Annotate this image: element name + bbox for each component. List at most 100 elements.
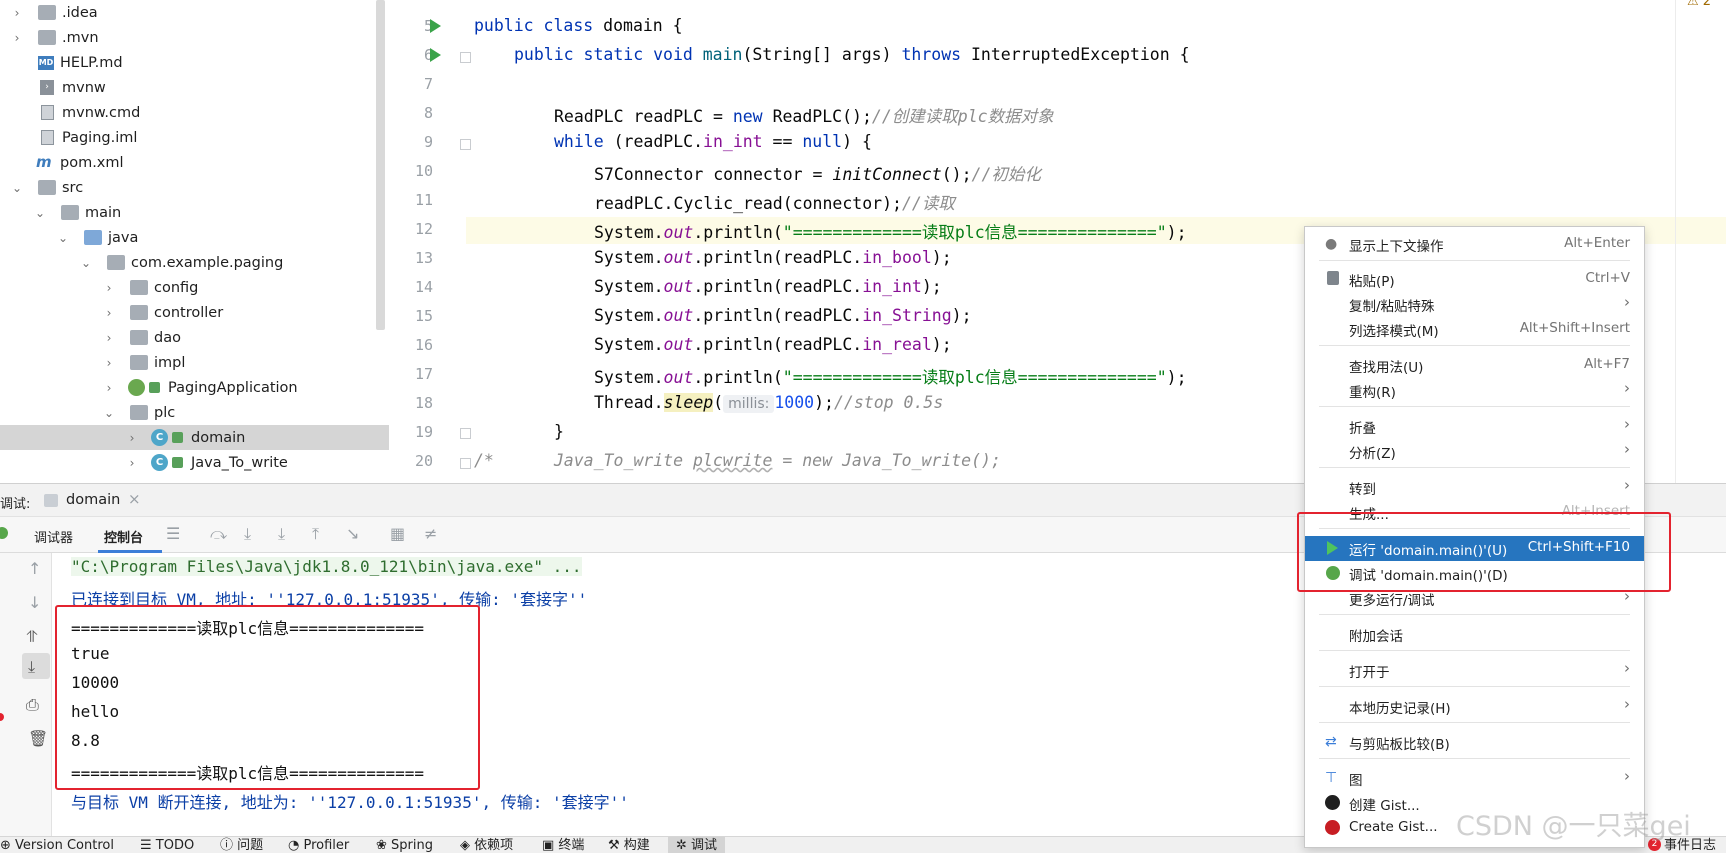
status-build[interactable]: ⚒ 构建 xyxy=(608,837,650,853)
chevron-down-icon[interactable]: ⌄ xyxy=(56,231,70,245)
tree-item-help-md[interactable]: MD HELP.md xyxy=(0,50,389,75)
chevron-right-icon[interactable]: › xyxy=(125,456,139,470)
chevron-right-icon[interactable]: › xyxy=(125,431,139,445)
tree-item-controller[interactable]: › controller xyxy=(0,300,389,325)
tree-item-mvnw-cmd[interactable]: mvnw.cmd xyxy=(0,100,389,125)
code-line-10[interactable]: S7Connector connector = initConnect();//… xyxy=(594,161,1041,185)
arrow-down-icon[interactable]: ↓ xyxy=(28,593,41,612)
fold-marker-icon[interactable] xyxy=(460,428,471,439)
code-line-5[interactable]: public class domain { xyxy=(474,16,683,35)
chevron-right-icon[interactable]: › xyxy=(10,6,24,20)
step-out-icon[interactable]: ⤒ xyxy=(312,524,319,544)
tree-item-idea[interactable]: › .idea xyxy=(0,0,389,25)
menu-item-find-usages[interactable]: 查找用法(U) Alt+F7 xyxy=(1305,353,1644,378)
code-line-13[interactable]: System.out.println(readPLC.in_bool); xyxy=(594,248,952,267)
menu-item-compare-clipboard[interactable]: ⇄ 与剪贴板比较(B) xyxy=(1305,730,1644,755)
status-profiler[interactable]: ◔ Profiler xyxy=(288,837,349,853)
run-gutter-icon[interactable] xyxy=(430,19,441,33)
tree-item-plc[interactable]: ⌄ plc xyxy=(0,400,389,425)
tree-scrollbar[interactable] xyxy=(376,0,385,330)
chevron-right-icon[interactable]: › xyxy=(102,381,116,395)
menu-item-attach-session[interactable]: 附加会话 xyxy=(1305,622,1644,647)
code-line-18[interactable]: Thread.sleep(millis: 1000);//stop 0.5s xyxy=(594,393,943,413)
code-line-11[interactable]: readPLC.Cyclic_read(connector);//读取 xyxy=(594,190,955,214)
menu-item-copy-paste-special[interactable]: 复制/粘贴特殊 › xyxy=(1305,292,1644,317)
code-line-20[interactable]: /* Java_To_write plcwrite = new Java_To_w… xyxy=(474,451,1001,470)
step-over-icon[interactable]: ⤼ xyxy=(210,524,227,544)
menu-item-analyze[interactable]: 分析(Z) › xyxy=(1305,439,1644,464)
code-line-15[interactable]: System.out.println(readPLC.in_String); xyxy=(594,306,972,325)
chevron-right-icon[interactable]: › xyxy=(102,306,116,320)
chevron-down-icon[interactable]: ⌄ xyxy=(10,181,24,195)
tab-console[interactable]: 控制台 xyxy=(104,527,143,546)
fold-marker-icon[interactable] xyxy=(460,52,471,63)
menu-item-open-in[interactable]: 打开于 › xyxy=(1305,658,1644,683)
chevron-right-icon[interactable]: › xyxy=(10,31,24,45)
debug-bug-icon[interactable] xyxy=(0,527,8,539)
menu-item-goto[interactable]: 转到 › xyxy=(1305,475,1644,500)
menu-item-paste[interactable]: 粘贴(P) Ctrl+V xyxy=(1305,267,1644,292)
tab-debugger[interactable]: 调试器 xyxy=(34,527,73,546)
chevron-down-icon[interactable]: ⌄ xyxy=(102,406,116,420)
tree-item-pom-xml[interactable]: m pom.xml xyxy=(0,150,389,175)
tree-item-config[interactable]: › config xyxy=(0,275,389,300)
print-icon[interactable]: ⎙ xyxy=(26,695,39,715)
menu-item-local-history[interactable]: 本地历史记录(H) › xyxy=(1305,694,1644,719)
close-icon[interactable]: × xyxy=(128,490,141,508)
tree-item-src[interactable]: ⌄ src xyxy=(0,175,389,200)
code-line-16[interactable]: System.out.println(readPLC.in_real); xyxy=(594,335,952,354)
step-into-icon[interactable]: ⤓ xyxy=(244,524,251,544)
chevron-right-icon[interactable]: › xyxy=(102,281,116,295)
run-to-cursor-icon[interactable]: ↘ xyxy=(346,524,359,543)
force-step-into-icon[interactable]: ⤓ xyxy=(278,524,285,544)
code-line-8[interactable]: ReadPLC readPLC = new ReadPLC();//创建读取pl… xyxy=(554,103,1054,127)
status-version-control[interactable]: ⊕ Version Control xyxy=(0,837,114,853)
status-dependencies[interactable]: ◈ 依赖项 xyxy=(460,837,513,853)
tree-item-paging-application[interactable]: › PagingApplication xyxy=(0,375,389,400)
trash-icon[interactable]: 🗑 xyxy=(28,729,48,748)
chevron-right-icon[interactable]: › xyxy=(102,331,116,345)
status-problems[interactable]: ⓘ 问题 xyxy=(220,837,263,853)
debug-session-tab[interactable]: domain xyxy=(66,492,120,508)
menu-item-column-selection[interactable]: 列选择模式(M) Alt+Shift+Insert xyxy=(1305,317,1644,342)
soft-wrap-icon[interactable]: ⥣ xyxy=(26,627,38,647)
code-line-17[interactable]: System.out.println("=============读取plc信息… xyxy=(594,364,1187,388)
chevron-right-icon[interactable]: › xyxy=(102,356,116,370)
code-line-6[interactable]: public static void main(String[] args) t… xyxy=(514,45,1190,64)
tree-item-java[interactable]: ⌄ java xyxy=(0,225,389,250)
chevron-right-icon: › xyxy=(1624,476,1630,494)
code-line-12[interactable]: System.out.println("=============读取plc信息… xyxy=(594,219,1187,243)
menu-item-refactor[interactable]: 重构(R) › xyxy=(1305,378,1644,403)
status-terminal[interactable]: ▣ 终端 xyxy=(542,837,584,853)
menu-item-diagram[interactable]: ⊤ 图 › xyxy=(1305,766,1644,791)
menu-item-show-context-actions[interactable]: ● 显示上下文操作 Alt+Enter xyxy=(1305,232,1644,257)
tree-item-main[interactable]: ⌄ main xyxy=(0,200,389,225)
code-line-14[interactable]: System.out.println(readPLC.in_int); xyxy=(594,277,942,296)
status-todo[interactable]: ☰ TODO xyxy=(140,837,194,853)
tree-item-mvnw[interactable]: › mvnw xyxy=(0,75,389,100)
menu-item-folding[interactable]: 折叠 › xyxy=(1305,414,1644,439)
evaluate-expression-icon[interactable]: ▦ xyxy=(390,524,405,543)
status-spring[interactable]: ❀ Spring xyxy=(376,837,433,853)
scroll-to-end-button[interactable] xyxy=(22,653,50,679)
fold-marker-icon[interactable] xyxy=(460,139,471,150)
status-debug[interactable]: ✲ 调试 xyxy=(668,837,726,853)
tree-item-mvn[interactable]: › .mvn xyxy=(0,25,389,50)
chevron-down-icon[interactable]: ⌄ xyxy=(33,206,47,220)
chevron-down-icon[interactable]: ⌄ xyxy=(79,256,93,270)
breakpoint-icon[interactable] xyxy=(0,713,4,721)
tree-item-java-to-write[interactable]: › C Java_To_write xyxy=(0,450,389,475)
code-line-9[interactable]: while (readPLC.in_int == null) { xyxy=(554,132,872,151)
run-gutter-icon[interactable] xyxy=(430,48,441,62)
tree-item-domain[interactable]: › Cdomain xyxy=(0,425,389,450)
fold-marker-icon[interactable] xyxy=(460,458,471,469)
menu-icon[interactable]: ☰ xyxy=(166,524,180,543)
tree-item-paging-iml[interactable]: Paging.iml xyxy=(0,125,389,150)
arrow-up-icon[interactable]: ↑ xyxy=(28,559,41,578)
warning-indicator[interactable]: ⚠ 2 xyxy=(1687,0,1711,9)
code-line-19[interactable]: } xyxy=(554,422,564,441)
trace-icon[interactable]: ≠ xyxy=(424,524,437,543)
tree-item-dao[interactable]: › dao xyxy=(0,325,389,350)
tree-item-package[interactable]: ⌄ com.example.paging xyxy=(0,250,389,275)
tree-item-impl[interactable]: › impl xyxy=(0,350,389,375)
